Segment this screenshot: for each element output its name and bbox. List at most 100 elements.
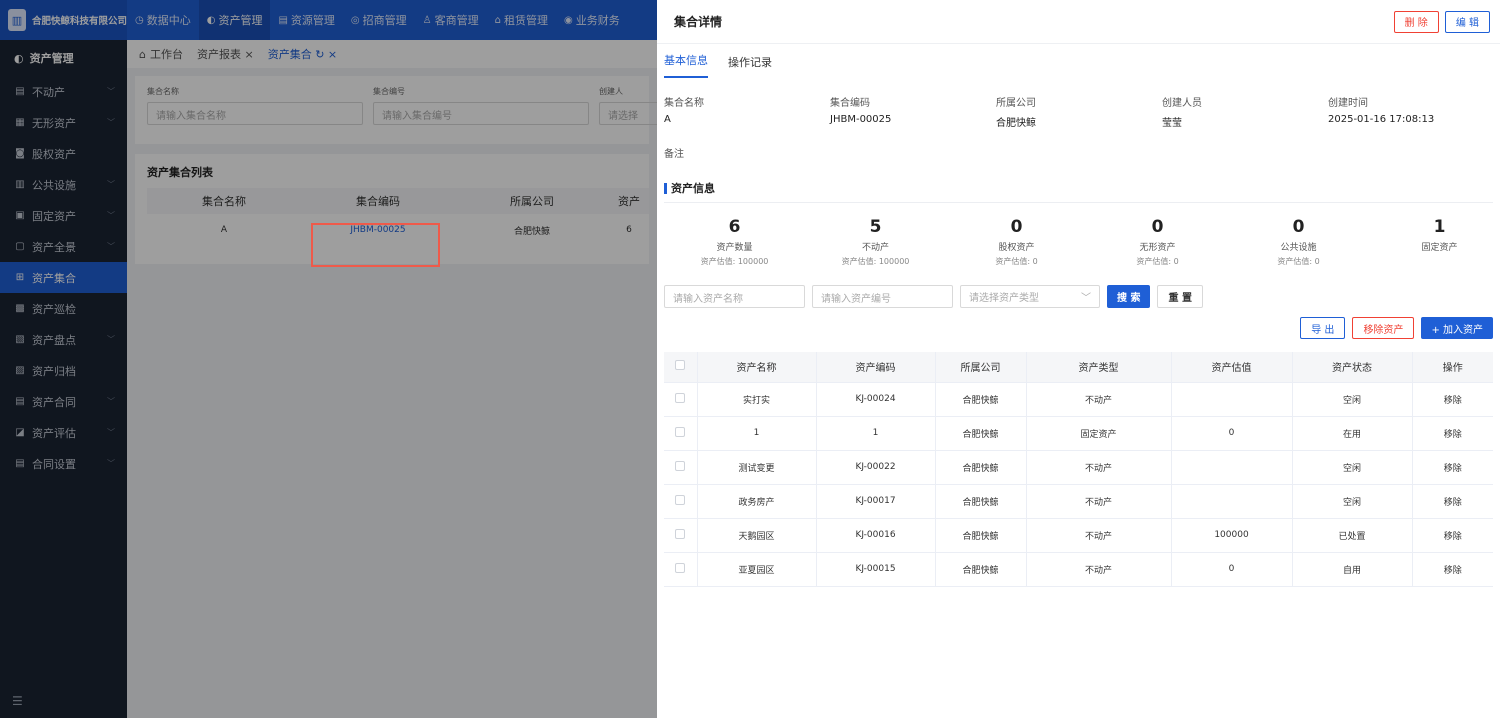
asset-code-link[interactable]: KJ-00016 bbox=[816, 518, 936, 553]
tab-basic-info[interactable]: 基本信息 bbox=[664, 52, 708, 78]
column-header: 资产名称 bbox=[697, 352, 817, 383]
remove-link[interactable]: 移除 bbox=[1412, 518, 1493, 553]
asset-code-link[interactable]: KJ-00015 bbox=[816, 552, 936, 587]
column-header: 资产编码 bbox=[816, 352, 936, 383]
remove-link[interactable]: 移除 bbox=[1412, 552, 1493, 587]
row-select-cell bbox=[664, 518, 698, 553]
asset-status-cell: 已处置 bbox=[1292, 518, 1413, 553]
row-checkbox[interactable] bbox=[675, 528, 686, 539]
remove-assets-button[interactable]: 移除资产 bbox=[1352, 317, 1415, 339]
asset-value-cell: 0 bbox=[1171, 552, 1293, 587]
asset-value-cell bbox=[1171, 450, 1293, 485]
asset-search-bar: 请输入资产名称 请输入资产编号 请选择资产类型 ﹀ 搜 索 重 置 bbox=[664, 285, 1493, 308]
company-cell: 合肥快鲸 bbox=[935, 518, 1027, 553]
company-cell: 合肥快鲸 bbox=[935, 450, 1027, 485]
row-select-cell bbox=[664, 416, 698, 451]
drawer-header: 集合详情 删 除 编 辑 bbox=[657, 0, 1500, 44]
column-header: 资产类型 bbox=[1026, 352, 1172, 383]
row-checkbox[interactable] bbox=[675, 494, 686, 505]
stat-public-facilities: 0 公共设施 资产估值: 0 bbox=[1277, 217, 1320, 266]
section-title: 资产信息 bbox=[664, 181, 1493, 195]
asset-status-cell: 空闲 bbox=[1292, 382, 1413, 417]
add-asset-button[interactable]: + 加入资产 bbox=[1421, 317, 1493, 339]
section-marker bbox=[664, 182, 667, 194]
info-label: 创建时间 bbox=[1328, 98, 1368, 109]
info-value: 2025-01-16 17:08:13 bbox=[1328, 114, 1435, 125]
modal-overlay[interactable] bbox=[0, 0, 657, 718]
table-row: 政务房产 KJ-00017 合肥快鲸 不动产 空闲 移除 bbox=[664, 484, 1493, 519]
company-cell: 合肥快鲸 bbox=[935, 382, 1027, 417]
remark-label: 备注 bbox=[664, 149, 684, 160]
asset-name-cell: 实打实 bbox=[697, 382, 817, 417]
asset-code-link[interactable]: 1 bbox=[816, 416, 936, 451]
remove-link[interactable]: 移除 bbox=[1412, 416, 1493, 451]
stat-real-estate: 5 不动产 资产估值: 100000 bbox=[841, 217, 910, 266]
row-checkbox[interactable] bbox=[675, 426, 686, 437]
edit-button[interactable]: 编 辑 bbox=[1444, 10, 1490, 33]
asset-table: 资产名称 资产编码 所属公司 资产类型 资产估值 资产状态 操作 实打实 KJ-0… bbox=[664, 352, 1493, 587]
remove-link[interactable]: 移除 bbox=[1412, 382, 1493, 417]
stat-equity: 0 股权资产 资产估值: 0 bbox=[995, 217, 1038, 266]
chevron-down-icon: ﹀ bbox=[1081, 293, 1091, 304]
row-checkbox[interactable] bbox=[675, 562, 686, 573]
info-label: 创建人员 bbox=[1162, 98, 1202, 109]
row-checkbox[interactable] bbox=[675, 460, 686, 471]
drawer-tabs: 基本信息 操作记录 bbox=[657, 44, 1500, 78]
asset-code-link[interactable]: KJ-00024 bbox=[816, 382, 936, 417]
asset-name-cell: 测试变更 bbox=[697, 450, 817, 485]
remove-link[interactable]: 移除 bbox=[1412, 450, 1493, 485]
tab-operation-log[interactable]: 操作记录 bbox=[728, 54, 772, 78]
table-actions: 导 出 移除资产 + 加入资产 bbox=[664, 317, 1493, 339]
export-button[interactable]: 导 出 bbox=[1300, 317, 1346, 339]
asset-name-cell: 亚夏园区 bbox=[697, 552, 817, 587]
asset-name-cell: 天鹅园区 bbox=[697, 518, 817, 553]
asset-name-cell: 政务房产 bbox=[697, 484, 817, 519]
row-select-cell bbox=[664, 450, 698, 485]
column-header: 操作 bbox=[1412, 352, 1493, 383]
select-all-checkbox[interactable] bbox=[675, 360, 686, 371]
asset-value-cell: 0 bbox=[1171, 416, 1293, 451]
info-value: 莹莹 bbox=[1162, 118, 1182, 129]
row-select-cell bbox=[664, 484, 698, 519]
row-checkbox[interactable] bbox=[675, 392, 686, 403]
basic-info: 集合名称 集合编码 所属公司 创建人员 创建时间 A JHBM-00025 合肥… bbox=[657, 78, 1500, 129]
select-all-cell bbox=[664, 352, 698, 383]
asset-code-input[interactable]: 请输入资产编号 bbox=[812, 285, 953, 308]
stat-intangible: 0 无形资产 资产估值: 0 bbox=[1136, 217, 1179, 266]
collection-detail-drawer: 集合详情 删 除 编 辑 基本信息 操作记录 集合名称 集合编码 所属公司 创建… bbox=[657, 0, 1500, 718]
table-row: 亚夏园区 KJ-00015 合肥快鲸 不动产 0 自用 移除 bbox=[664, 552, 1493, 587]
asset-type-cell: 固定资产 bbox=[1026, 416, 1172, 451]
asset-type-cell: 不动产 bbox=[1026, 552, 1172, 587]
table-row: 1 1 合肥快鲸 固定资产 0 在用 移除 bbox=[664, 416, 1493, 451]
info-value: 合肥快鲸 bbox=[996, 118, 1036, 129]
asset-name-cell: 1 bbox=[697, 416, 817, 451]
remove-link[interactable]: 移除 bbox=[1412, 484, 1493, 519]
asset-status-cell: 自用 bbox=[1292, 552, 1413, 587]
column-header: 资产状态 bbox=[1292, 352, 1413, 383]
table-row: 实打实 KJ-00024 合肥快鲸 不动产 空闲 移除 bbox=[664, 382, 1493, 417]
asset-value-cell: 100000 bbox=[1171, 518, 1293, 553]
asset-value-cell bbox=[1171, 382, 1293, 417]
asset-stats: 6 资产数量 资产估值: 100000 5 不动产 资产估值: 100000 0 股权资产… bbox=[657, 203, 1500, 267]
table-row: 测试变更 KJ-00022 合肥快鲸 不动产 空闲 移除 bbox=[664, 450, 1493, 485]
company-cell: 合肥快鲸 bbox=[935, 484, 1027, 519]
asset-type-cell: 不动产 bbox=[1026, 484, 1172, 519]
delete-button[interactable]: 删 除 bbox=[1393, 10, 1439, 33]
asset-status-cell: 空闲 bbox=[1292, 484, 1413, 519]
table-header-row: 资产名称 资产编码 所属公司 资产类型 资产估值 资产状态 操作 bbox=[664, 352, 1493, 383]
search-button[interactable]: 搜 索 bbox=[1107, 285, 1151, 308]
asset-status-cell: 空闲 bbox=[1292, 450, 1413, 485]
column-header: 所属公司 bbox=[935, 352, 1027, 383]
reset-button[interactable]: 重 置 bbox=[1157, 285, 1203, 308]
company-cell: 合肥快鲸 bbox=[935, 416, 1027, 451]
row-select-cell bbox=[664, 382, 698, 417]
asset-code-link[interactable]: KJ-00022 bbox=[816, 450, 936, 485]
drawer-title: 集合详情 bbox=[674, 15, 723, 29]
info-value: JHBM-00025 bbox=[830, 114, 892, 125]
asset-type-select[interactable]: 请选择资产类型 ﹀ bbox=[960, 285, 1100, 308]
row-select-cell bbox=[664, 552, 698, 587]
column-header: 资产估值 bbox=[1171, 352, 1293, 383]
asset-code-link[interactable]: KJ-00017 bbox=[816, 484, 936, 519]
asset-name-input[interactable]: 请输入资产名称 bbox=[664, 285, 805, 308]
info-label: 集合编码 bbox=[830, 98, 870, 109]
